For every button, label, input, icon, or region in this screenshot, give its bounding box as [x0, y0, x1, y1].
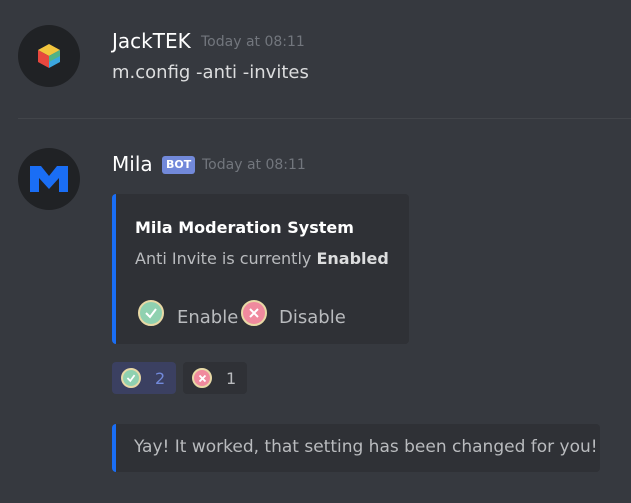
embed-description-status: Enabled — [316, 249, 389, 268]
cross-emoji-icon — [241, 300, 267, 326]
confirmation-embed: Yay! It worked, that setting has been ch… — [112, 424, 600, 472]
avatar-mila[interactable] — [18, 148, 80, 210]
check-emoji-icon — [121, 368, 141, 388]
check-emoji-icon — [138, 300, 164, 326]
embed-title: Mila Moderation System — [135, 218, 354, 237]
embed-description: Anti Invite is currently Enabled — [135, 249, 389, 268]
bot-tag: BOT — [162, 156, 196, 174]
username-mila[interactable]: Mila — [112, 152, 153, 176]
moderation-embed: Mila Moderation System Anti Invite is cu… — [112, 194, 409, 344]
mila-logo-icon — [30, 166, 68, 192]
embed-description-text: Anti Invite is currently — [135, 249, 317, 268]
reaction-cross[interactable]: 1 — [183, 362, 247, 394]
disable-option-label: Disable — [279, 307, 346, 328]
enable-option-label: Enable — [177, 307, 239, 328]
reaction-check[interactable]: 2 — [112, 362, 176, 394]
message-mila: Mila BOT Today at 08:11 Mila Moderation … — [0, 0, 631, 503]
reaction-count: 1 — [226, 368, 237, 388]
cross-emoji-icon — [192, 368, 212, 388]
reaction-count: 2 — [155, 368, 166, 388]
confirmation-text: Yay! It worked, that setting has been ch… — [134, 437, 598, 457]
message-timestamp: Today at 08:11 — [202, 157, 306, 173]
